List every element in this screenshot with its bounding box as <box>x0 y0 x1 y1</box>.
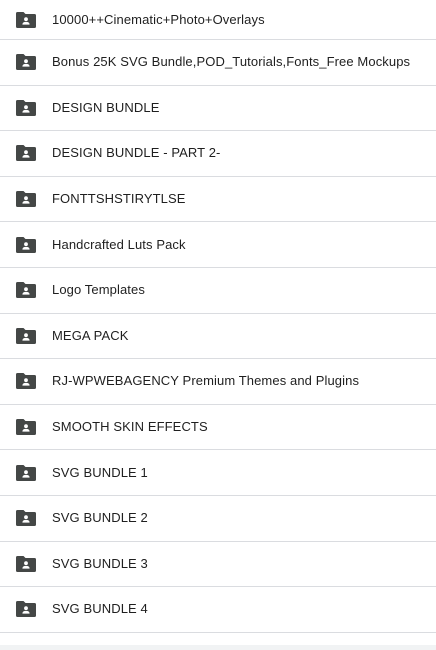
folder-name: Bonus 25K SVG Bundle,POD_Tutorials,Fonts… <box>52 54 411 70</box>
shared-folder-icon <box>16 327 36 344</box>
shared-folder-icon <box>16 464 36 481</box>
folder-row[interactable]: SMOOTH SKIN EFFECTS <box>0 405 436 451</box>
folder-row[interactable]: Bonus 25K SVG Bundle,POD_Tutorials,Fonts… <box>0 40 436 86</box>
shared-folder-icon <box>16 99 36 116</box>
shared-folder-icon <box>16 191 36 208</box>
folder-name: 10000++Cinematic+Photo+Overlays <box>52 11 265 27</box>
shared-folder-icon <box>16 236 36 253</box>
shared-folder-icon <box>16 510 36 527</box>
folder-row[interactable]: DESIGN BUNDLE - PART 2- <box>0 131 436 177</box>
folder-name: Logo Templates <box>52 282 145 298</box>
shared-folder-icon <box>16 373 36 390</box>
folder-name: DESIGN BUNDLE - PART 2- <box>52 145 221 161</box>
bottom-divider-strip <box>0 645 436 650</box>
folder-name: SVG BUNDLE 3 <box>52 555 148 571</box>
folder-row[interactable]: SVG BUNDLE 1 <box>0 450 436 496</box>
folder-name: SVG BUNDLE 1 <box>52 464 148 480</box>
folder-row[interactable]: MEGA PACK <box>0 314 436 360</box>
shared-folder-icon <box>16 54 36 71</box>
shared-folder-icon <box>16 145 36 162</box>
folder-row[interactable]: RJ-WPWEBAGENCY Premium Themes and Plugin… <box>0 359 436 405</box>
folder-row[interactable]: Handcrafted Luts Pack <box>0 222 436 268</box>
folder-row[interactable]: DESIGN BUNDLE <box>0 86 436 132</box>
shared-folder-icon <box>16 601 36 618</box>
folder-row[interactable]: Logo Templates <box>0 268 436 314</box>
folder-row[interactable]: SVG BUNDLE 3 <box>0 542 436 588</box>
folder-row[interactable]: SVG BUNDLE 4 <box>0 587 436 633</box>
folder-name: Handcrafted Luts Pack <box>52 236 186 252</box>
folder-list: 10000++Cinematic+Photo+Overlays Bonus 25… <box>0 0 436 633</box>
folder-name: SVG BUNDLE 4 <box>52 601 148 617</box>
folder-name: RJ-WPWEBAGENCY Premium Themes and Plugin… <box>52 373 360 389</box>
shared-folder-icon <box>16 419 36 436</box>
shared-folder-icon <box>16 282 36 299</box>
folder-row[interactable]: SVG BUNDLE 2 <box>0 496 436 542</box>
shared-folder-icon <box>16 555 36 572</box>
shared-folder-icon <box>16 11 36 28</box>
folder-row[interactable]: 10000++Cinematic+Photo+Overlays <box>0 0 436 40</box>
folder-name: DESIGN BUNDLE <box>52 99 160 115</box>
folder-name: MEGA PACK <box>52 327 129 343</box>
folder-name: SMOOTH SKIN EFFECTS <box>52 419 208 435</box>
folder-row[interactable]: FONTTSHSTIRYTLSE <box>0 177 436 223</box>
folder-name: SVG BUNDLE 2 <box>52 510 148 526</box>
folder-name: FONTTSHSTIRYTLSE <box>52 191 186 207</box>
